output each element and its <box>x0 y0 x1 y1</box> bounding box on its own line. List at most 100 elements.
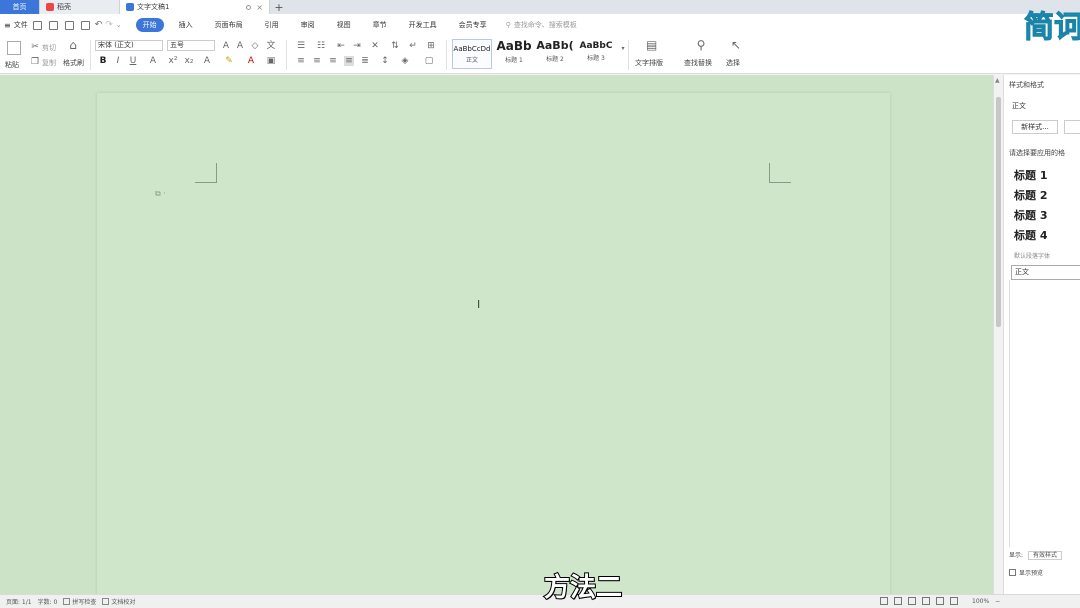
align-center-icon[interactable]: ≡ <box>312 56 322 66</box>
copy-icon[interactable]: ❐ <box>30 57 40 67</box>
read-view-icon[interactable] <box>922 597 930 605</box>
style-list-normal-selected[interactable]: 正文 <box>1011 265 1080 280</box>
shading-icon[interactable]: ◈ <box>400 56 410 66</box>
preview-icon[interactable] <box>64 20 74 30</box>
font-color-icon[interactable]: A <box>246 56 256 66</box>
ribbon-tab-1[interactable]: 插入 <box>172 18 200 32</box>
sort-icon[interactable]: ⇅ <box>390 41 400 51</box>
tab-home[interactable]: 首页 <box>0 0 40 14</box>
decrease-indent-icon[interactable]: ⇤ <box>336 41 346 51</box>
find-replace-button[interactable]: 查找替换 <box>684 58 712 68</box>
proofread[interactable]: 文档校对 <box>102 597 135 606</box>
save-icon[interactable] <box>32 20 42 30</box>
shrink-font-icon[interactable]: A <box>235 41 245 51</box>
highlight-icon[interactable]: ✎ <box>224 56 234 66</box>
format-painter-button[interactable]: 格式刷 <box>63 58 84 68</box>
cursor-select-icon[interactable]: ↖ <box>731 39 741 51</box>
new-style-button[interactable]: 新样式... <box>1012 120 1058 134</box>
eye-protect-icon[interactable] <box>880 597 888 605</box>
menu-icon[interactable]: ≡ <box>4 21 11 30</box>
clear-format-icon[interactable]: ◇ <box>250 41 260 51</box>
ribbon-tab-5[interactable]: 视图 <box>330 18 358 32</box>
redo-icon[interactable]: ↷ <box>105 20 113 30</box>
style-normal[interactable]: AaBbCcDd 正文 <box>452 39 492 69</box>
display-filter[interactable]: 显示: 有效样式 <box>1009 550 1062 560</box>
page-view-icon[interactable] <box>894 597 902 605</box>
font-size-select[interactable]: 五号 <box>167 40 215 51</box>
style-heading-2[interactable]: AaBb( 标题 2 <box>535 39 575 69</box>
paste-button[interactable]: 粘贴 <box>5 60 19 70</box>
text-tools-button[interactable]: 文字排版 <box>635 58 663 68</box>
bullet-list-icon[interactable]: ☰ <box>296 41 306 51</box>
style-heading-1[interactable]: AaBb 标题 1 <box>494 39 534 69</box>
zoom-out-icon[interactable]: − <box>995 598 1000 605</box>
export-icon[interactable] <box>80 20 90 30</box>
format-painter-icon[interactable]: ⌂ <box>68 39 78 51</box>
copy-button[interactable]: 复制 <box>42 58 56 68</box>
italic-icon[interactable]: I <box>113 56 123 66</box>
tab-document[interactable]: 文字文稿1 × <box>120 0 270 14</box>
web-view-icon[interactable] <box>936 597 944 605</box>
text-effect-icon[interactable]: A <box>202 56 212 66</box>
style-list-heading-1[interactable]: 标题 1 <box>1014 167 1047 183</box>
clear-style-button[interactable] <box>1064 120 1080 134</box>
default-font-item[interactable]: 默认段落字体 <box>1014 251 1050 260</box>
line-spacing-icon[interactable]: ↕ <box>380 56 390 66</box>
undo-icon[interactable]: ↶ <box>95 20 103 30</box>
style-heading-3[interactable]: AaBbC 标题 3 <box>576 39 616 69</box>
paste-icon[interactable] <box>7 41 21 55</box>
style-list-heading-4[interactable]: 标题 4 <box>1014 227 1047 243</box>
bold-icon[interactable]: B <box>98 56 108 66</box>
document-page[interactable]: ⧉ · I <box>97 93 890 594</box>
table-icon[interactable]: ⊞ <box>426 41 436 51</box>
ribbon-tab-3[interactable]: 引用 <box>258 18 286 32</box>
numbered-list-icon[interactable]: ☷ <box>316 41 326 51</box>
styles-more-icon[interactable]: ▾ <box>618 44 628 54</box>
style-list-heading-2[interactable]: 标题 2 <box>1014 187 1047 203</box>
spell-check[interactable]: 拼写检查 <box>63 597 96 606</box>
cut-button[interactable]: 剪切 <box>42 43 56 53</box>
word-count[interactable]: 字数: 0 <box>38 597 58 606</box>
outline-view-icon[interactable] <box>908 597 916 605</box>
print-icon[interactable] <box>48 20 58 30</box>
ribbon-tab-0[interactable]: 开始 <box>135 18 164 32</box>
scroll-up-icon[interactable]: ▲ <box>995 77 1000 84</box>
strikethrough-icon[interactable]: A <box>148 56 158 66</box>
align-left-icon[interactable]: ≡ <box>296 56 306 66</box>
style-list-heading-3[interactable]: 标题 3 <box>1014 207 1047 223</box>
show-preview-checkbox[interactable]: 显示预览 <box>1009 568 1043 577</box>
ribbon-tab-7[interactable]: 开发工具 <box>402 18 444 32</box>
write-mode-icon[interactable] <box>950 597 958 605</box>
increase-indent-icon[interactable]: ⇥ <box>352 41 362 51</box>
text-tools-icon[interactable]: ▤ <box>646 39 657 51</box>
cut-icon[interactable]: ✂ <box>30 42 40 52</box>
tab-wps[interactable]: 稻壳 <box>40 0 120 14</box>
scroll-thumb[interactable] <box>996 97 1001 327</box>
ribbon-tab-4[interactable]: 审阅 <box>294 18 322 32</box>
subscript-icon[interactable]: x₂ <box>184 56 194 66</box>
zoom-level[interactable]: 100% <box>972 598 989 605</box>
select-button[interactable]: 选择 <box>726 58 740 68</box>
more-icon[interactable]: ⌄ <box>116 21 122 29</box>
find-icon[interactable]: ⚲ <box>696 39 706 51</box>
chinese-layout-icon[interactable]: ✕ <box>370 41 380 51</box>
underline-icon[interactable]: U <box>128 56 138 66</box>
char-border-icon[interactable]: ▣ <box>266 56 276 66</box>
page-count[interactable]: 页面: 1/1 <box>6 597 32 606</box>
ribbon-tab-6[interactable]: 章节 <box>366 18 394 32</box>
phonetic-icon[interactable]: 文 <box>266 41 276 51</box>
border-icon[interactable]: ▢ <box>424 56 434 66</box>
ribbon-tab-8[interactable]: 会员专享 <box>452 18 494 32</box>
justify-icon[interactable]: ≡ <box>344 56 354 66</box>
ribbon-tab-2[interactable]: 页面布局 <box>208 18 250 32</box>
show-marks-icon[interactable]: ↵ <box>408 41 418 51</box>
vertical-scrollbar[interactable]: ▲ <box>993 75 1003 594</box>
font-name-select[interactable]: 宋体 (正文) <box>95 40 163 51</box>
new-tab-button[interactable]: + <box>270 0 288 14</box>
distribute-icon[interactable]: ≣ <box>360 56 370 66</box>
superscript-icon[interactable]: x² <box>168 56 178 66</box>
command-search[interactable]: ⚲ 查找命令、搜索模板 <box>506 20 577 30</box>
close-icon[interactable]: × <box>256 3 263 12</box>
file-menu[interactable]: 文件 <box>14 20 28 30</box>
align-right-icon[interactable]: ≡ <box>328 56 338 66</box>
